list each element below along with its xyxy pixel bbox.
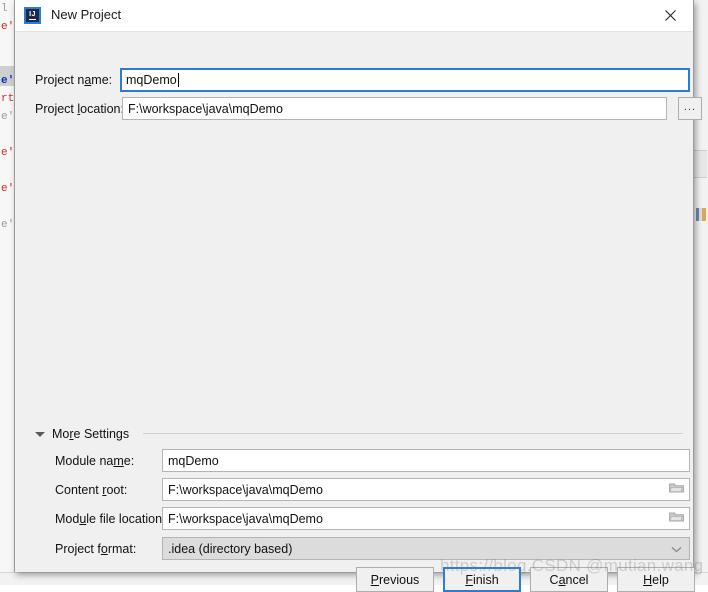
help-button[interactable]: Help [617,567,695,592]
code-line: e' [1,183,14,195]
more-settings-label: More Settings [52,427,130,441]
module-name-input[interactable]: mqDemo [162,449,690,472]
module-name-label: Module name: [55,454,135,468]
code-line: e' [1,75,14,87]
ellipsis-icon: ... [683,101,697,113]
content-root-label: Content root: [55,483,128,497]
previous-button[interactable]: Previous [356,567,434,592]
content-root-input[interactable]: F:\workspace\java\mqDemo [162,478,690,501]
code-line: rt [1,93,14,105]
more-settings-separator [143,433,683,434]
more-settings-toggle[interactable]: More Settings [35,427,129,441]
project-location-label: Project location: [35,102,124,116]
project-location-input[interactable]: F:\workspace\java\mqDemo [122,97,667,120]
dialog-body: Project name: mqDemo Project location: F… [15,32,702,592]
folder-icon[interactable] [669,511,684,526]
text-caret [177,73,179,87]
new-project-dialog: IJ New Project Project name: mqDemo Proj… [14,0,702,592]
module-name-value: mqDemo [168,453,219,468]
dialog-titlebar: IJ New Project [15,0,693,32]
editor-marker [696,208,706,221]
chevron-down-icon [671,542,682,556]
intellij-idea-icon: IJ [24,7,41,24]
content-root-value: F:\workspace\java\mqDemo [168,482,323,497]
code-line: e' [1,147,14,159]
code-line: e' [1,219,14,231]
close-icon [665,10,676,21]
editor-code-fragment: l e' e' rt e' e' e' e' [0,0,14,585]
previous-button-label: Previous [370,572,420,587]
project-name-label: Project name: [35,73,113,87]
browse-button[interactable]: ... [678,97,702,120]
cancel-button-label: Cancel [549,572,589,587]
module-file-location-value: F:\workspace\java\mqDemo [168,511,323,526]
project-name-input[interactable]: mqDemo [120,68,690,92]
triangle-down-icon [35,431,45,437]
project-format-label: Project format: [55,542,137,556]
app-icon-label: IJ [29,10,36,20]
code-line: e' [1,21,14,33]
project-name-value: mqDemo [126,73,177,87]
project-format-value: .idea (directory based) [168,541,293,556]
finish-button-label: Finish [465,572,499,587]
code-line: e' [1,111,14,123]
folder-icon[interactable] [669,482,684,497]
dialog-title: New Project [51,7,122,22]
project-format-dropdown[interactable]: .idea (directory based) [162,537,690,560]
finish-button[interactable]: Finish [443,567,521,592]
help-button-label: Help [643,572,669,587]
cancel-button[interactable]: Cancel [530,567,608,592]
module-file-location-label: Module file location: [55,512,166,526]
module-file-location-input[interactable]: F:\workspace\java\mqDemo [162,507,690,530]
code-line: l [1,3,8,15]
close-button[interactable] [648,0,693,31]
project-location-value: F:\workspace\java\mqDemo [128,101,283,116]
